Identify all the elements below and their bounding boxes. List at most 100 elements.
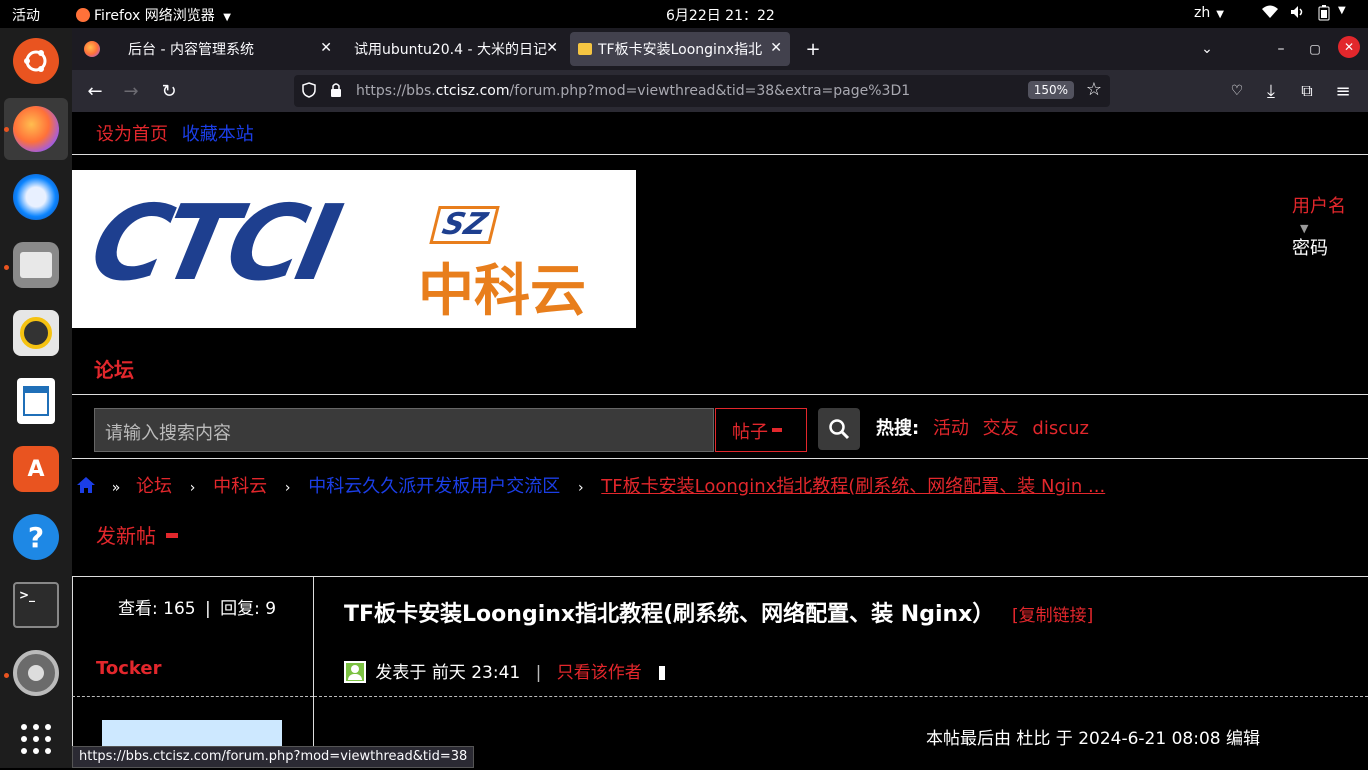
breadcrumb-separator: » [111, 480, 121, 496]
forward-arrow-icon[interactable]: → [118, 78, 144, 104]
home-icon[interactable] [76, 475, 96, 500]
divider [72, 458, 1368, 459]
search-button[interactable] [818, 408, 860, 450]
breadcrumb-item[interactable]: 中科云久久派开发板用户交流区 [308, 476, 560, 497]
dash-icon [772, 428, 782, 432]
activities-button[interactable]: 活动 [12, 5, 40, 25]
logo-cn: 中科云 [418, 259, 586, 324]
shield-icon[interactable] [302, 82, 316, 102]
volume-icon[interactable] [1290, 5, 1306, 23]
breadcrumb-item[interactable]: 中科云 [213, 476, 267, 497]
stats-separator: | [205, 599, 211, 619]
views-label: 查看: [118, 599, 158, 619]
new-post-label: 发新帖 [96, 524, 156, 548]
url-host-prefix: https://bbs. [356, 83, 436, 99]
app-menu[interactable]: Firefox 网络浏览器 ▼ [76, 5, 231, 25]
bookmark-star-icon[interactable]: ☆ [1086, 79, 1102, 100]
hot-item[interactable]: 活动 [933, 418, 969, 439]
print-icon[interactable] [659, 666, 666, 680]
close-icon[interactable]: ✕ [320, 40, 332, 56]
divider [314, 696, 1368, 697]
input-method-indicator[interactable]: zh ▼ [1194, 5, 1224, 21]
hot-search: 热搜: 活动 交友 discuz [876, 414, 1089, 440]
reload-icon[interactable]: ↻ [156, 78, 182, 104]
caret-down-icon: ▼ [1216, 9, 1224, 20]
post-meta: 发表于 前天 23:41 | 只看该作者 [344, 658, 666, 683]
window-close-icon[interactable]: ✕ [1338, 36, 1360, 58]
only-author-link[interactable]: 只看该作者 [557, 663, 642, 683]
downloads-icon[interactable]: ⤓ [1258, 78, 1284, 104]
close-icon[interactable]: ✕ [546, 40, 558, 56]
online-user-icon [344, 661, 366, 683]
clock[interactable]: 6月22日 21：22 [666, 5, 775, 25]
password-label[interactable]: 密码 [1292, 234, 1328, 260]
hot-item[interactable]: 交友 [983, 418, 1019, 439]
list-all-tabs-chevron-down-icon[interactable]: ⌄ [1194, 36, 1220, 62]
minimize-icon[interactable]: – [1268, 36, 1294, 62]
dock-ubuntu[interactable] [4, 30, 68, 92]
dock-firefox[interactable] [4, 98, 68, 160]
tab-ubuntu-diary[interactable]: 试用ubuntu20.4 - 大米的日记 ✕ [344, 32, 566, 66]
forum-nav-link[interactable]: 论坛 [94, 354, 134, 383]
new-post-button[interactable]: 发新帖 [96, 520, 179, 549]
zoom-level-badge[interactable]: 150% [1027, 81, 1074, 99]
divider [72, 576, 73, 768]
apps-grid-icon [21, 724, 51, 754]
author-name[interactable]: Tocker [96, 658, 162, 679]
dock-show-apps[interactable] [4, 708, 68, 770]
site-logo[interactable]: CTCI SZ 中科云 [72, 170, 636, 328]
dock-thunderbird[interactable] [4, 166, 68, 228]
back-arrow-icon[interactable]: ← [82, 78, 108, 104]
search-icon [829, 419, 850, 440]
hamburger-menu-icon[interactable]: ≡ [1330, 78, 1356, 104]
new-tab-plus-icon[interactable]: + [800, 36, 826, 62]
bookmark-site-link[interactable]: 收藏本站 [182, 124, 254, 145]
dock-rhythmbox[interactable] [4, 302, 68, 364]
extensions-puzzle-icon[interactable]: ⧉ [1294, 78, 1320, 104]
tab-tf-board[interactable]: TF板卡安装Loonginx指北 ✕ [570, 32, 790, 66]
thunderbird-icon [13, 174, 59, 220]
dock-software[interactable]: A [4, 438, 68, 500]
wifi-icon[interactable] [1262, 5, 1278, 23]
dash-icon [166, 533, 179, 538]
caret-down-icon: ▼ [223, 12, 231, 23]
firefox-small-icon [76, 8, 90, 22]
tab-admin[interactable]: 后台 - 内容管理系统 ✕ [118, 32, 340, 66]
pocket-icon[interactable]: ♡ [1224, 78, 1250, 104]
tab-title: 试用ubuntu20.4 - 大米的日记 [354, 42, 547, 58]
copy-link[interactable]: [复制链接] [1012, 606, 1093, 626]
lock-icon[interactable] [330, 82, 342, 102]
dock-terminal[interactable]: >_ [4, 574, 68, 636]
battery-icon[interactable] [1318, 5, 1330, 25]
url-bar[interactable]: https://bbs.ctcisz.com/forum.php?mod=vie… [294, 75, 1110, 107]
breadcrumb-separator: › [189, 480, 196, 496]
system-top-bar: 活动 Firefox 网络浏览器 ▼ 6月22日 21：22 zh ▼ ▼ [0, 0, 1368, 28]
breadcrumb-item[interactable]: 论坛 [136, 476, 172, 497]
thread-stats: 查看: 165 | 回复: 9 [118, 594, 276, 619]
dock-settings[interactable] [4, 642, 68, 704]
thread-title: TF板卡安装Loonginx指北教程(刷系统、网络配置、装 Nginx） [复制… [344, 596, 1093, 628]
dock-help[interactable]: ? [4, 506, 68, 568]
set-homepage-link[interactable]: 设为首页 [96, 124, 168, 145]
writer-icon [17, 378, 55, 424]
search-type-select[interactable]: 帖子 [715, 408, 807, 452]
views-count: 165 [163, 599, 196, 619]
link-status-bar: https://bbs.ctcisz.com/forum.php?mod=vie… [72, 746, 475, 768]
posted-label: 发表于 [375, 663, 427, 683]
search-input[interactable]: 请输入搜索内容 [105, 419, 231, 445]
breadcrumb-current[interactable]: TF板卡安装Loonginx指北教程(刷系统、网络配置、装 Ngin ... [601, 476, 1105, 497]
firefox-view-button[interactable] [72, 32, 112, 66]
hot-item[interactable]: discuz [1032, 418, 1089, 439]
username-label: 用户名 [1292, 196, 1346, 217]
thread-title-text: TF板卡安装Loonginx指北教程(刷系统、网络配置、装 Nginx） [344, 602, 995, 627]
dock-files[interactable] [4, 234, 68, 296]
close-icon[interactable]: ✕ [770, 40, 782, 56]
search-box: 请输入搜索内容 帖子 [94, 408, 807, 452]
posted-time: 前天 23:41 [431, 663, 521, 683]
maximize-icon[interactable]: ▢ [1302, 36, 1328, 62]
divider [313, 576, 314, 768]
dock-libreoffice-writer[interactable] [4, 370, 68, 432]
username-dropdown[interactable]: 用户名 ▼ [1292, 192, 1368, 239]
rhythmbox-icon [13, 310, 59, 356]
system-menu-caret-icon[interactable]: ▼ [1338, 5, 1346, 16]
